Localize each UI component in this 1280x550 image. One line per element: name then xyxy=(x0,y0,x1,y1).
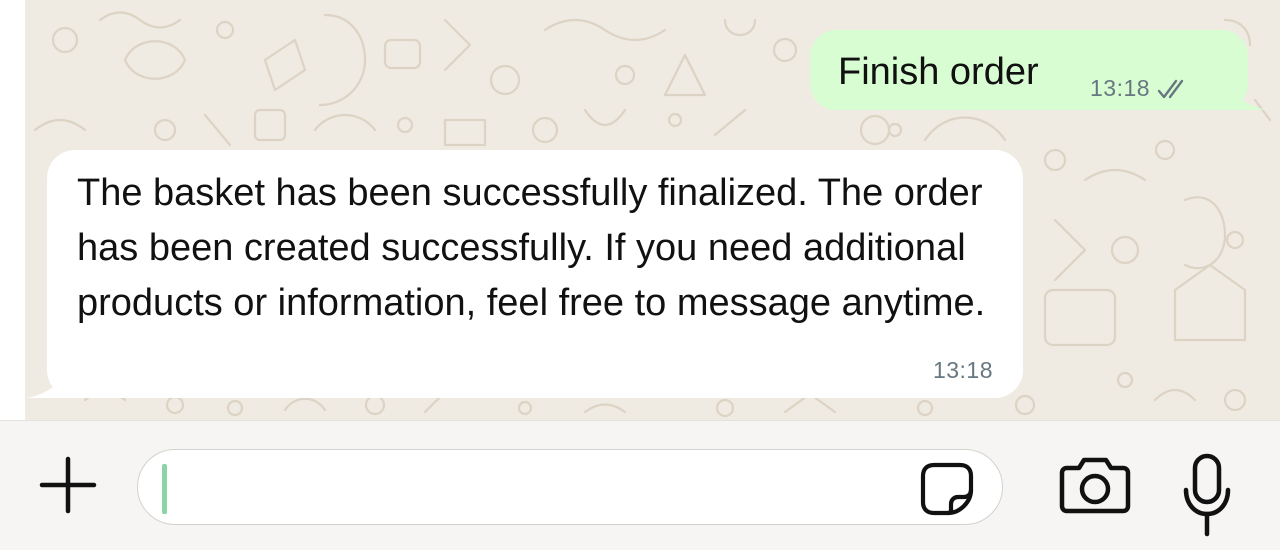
message-composer xyxy=(0,420,1280,550)
incoming-message-text: The basket has been successfully finaliz… xyxy=(77,172,986,324)
outgoing-message-bubble[interactable]: Finish order 13:18 xyxy=(810,30,1266,110)
camera-icon xyxy=(1059,457,1131,514)
message-input-container[interactable] xyxy=(137,449,1003,525)
outgoing-message-meta: 13:18 xyxy=(1090,75,1192,102)
outgoing-bubble-tail xyxy=(1226,80,1266,110)
incoming-bubble-tail xyxy=(27,366,71,398)
plus-icon xyxy=(39,456,97,514)
outgoing-message-text: Finish order xyxy=(838,51,1039,93)
outgoing-message-time: 13:18 xyxy=(1090,75,1151,101)
microphone-button[interactable] xyxy=(1176,451,1238,541)
incoming-message-time: 13:18 xyxy=(932,357,993,383)
chat-window: Finish order 13:18 The basket has been s… xyxy=(0,0,1280,550)
camera-button[interactable] xyxy=(1058,451,1132,517)
incoming-message-bubble[interactable]: The basket has been successfully finaliz… xyxy=(27,150,1023,398)
text-caret xyxy=(162,464,167,514)
chat-area[interactable]: Finish order 13:18 The basket has been s… xyxy=(25,0,1280,420)
left-edge xyxy=(0,0,25,420)
message-input[interactable] xyxy=(162,460,906,516)
double-check-icon xyxy=(1157,79,1184,98)
sticker-button[interactable] xyxy=(916,458,978,520)
sticker-icon xyxy=(920,462,974,516)
microphone-icon xyxy=(1183,453,1231,537)
attach-button[interactable] xyxy=(36,453,100,517)
